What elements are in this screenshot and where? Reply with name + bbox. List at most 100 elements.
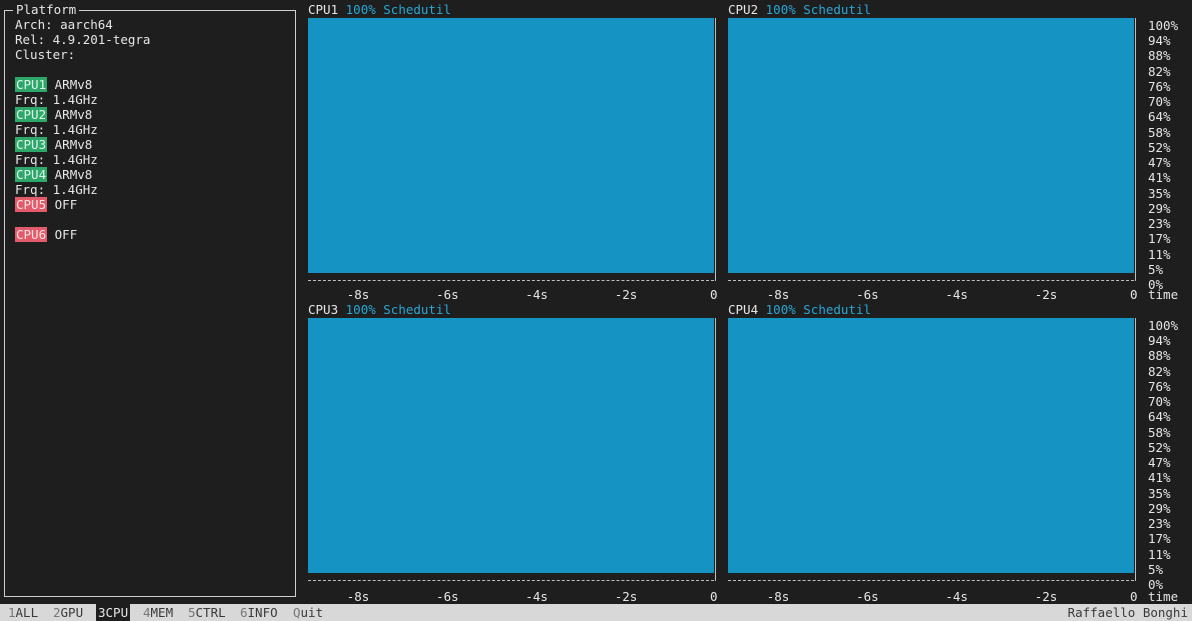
cpu2-y-tick: 41%	[1148, 170, 1171, 186]
cpu2-y-tick: 76%	[1148, 78, 1171, 94]
menu-tab-1all[interactable]: 1ALL	[6, 604, 40, 621]
cpu4-y-tick: 29%	[1148, 500, 1171, 516]
cpu2-x-tick: -2s	[1034, 287, 1058, 302]
cpu-frequency: Frq: 1.4GHz	[15, 152, 98, 167]
menu-tab-label: uit	[300, 605, 324, 620]
cpu4-y-tick: 35%	[1148, 485, 1171, 501]
cpu1-utilization: 100% Schedutil	[345, 2, 451, 17]
cpu-row-cpu5: CPU5 OFF	[15, 197, 77, 212]
cpu-model: ARMv8	[54, 107, 93, 122]
cpu2-y-axis	[1135, 18, 1136, 281]
cpu4-y-tick: 82%	[1148, 363, 1171, 379]
cpu-model: ARMv8	[54, 77, 93, 92]
cpu2-y-tick: 94%	[1148, 33, 1171, 49]
cpu3-chart-name: CPU3	[308, 302, 346, 317]
menu-tab-key: 6	[240, 605, 248, 620]
cpu4-x-tick: -4s	[945, 589, 968, 604]
cpu4-y-tick: 11%	[1148, 546, 1171, 562]
cpu2-y-tick: 58%	[1148, 124, 1171, 140]
menu-tab-key: 3	[98, 605, 106, 620]
cpu4-y-tick: 64%	[1148, 409, 1171, 425]
cpu4-y-tick: 76%	[1148, 378, 1171, 394]
menu-tab-key: Q	[293, 605, 301, 620]
cpu3-x-tick: -2s	[614, 589, 638, 604]
platform-title: Platform	[13, 2, 80, 18]
cpu4-chart-name: CPU4	[728, 302, 766, 317]
cpu2-y-tick: 23%	[1148, 216, 1171, 232]
menu-tab-key: 1	[8, 605, 16, 620]
cpu2-y-tick: 52%	[1148, 139, 1171, 155]
cpu4-y-tick: 41%	[1148, 470, 1171, 486]
cpu-model: OFF	[54, 227, 78, 242]
cpu2-usage-area	[728, 18, 1134, 273]
cpu4-y-tick: 70%	[1148, 394, 1171, 410]
cpu3-usage-area	[308, 318, 714, 573]
cpu-row-cpu2: CPU2 ARMv8	[15, 107, 92, 122]
cpu1-chart-title: CPU1 100% Schedutil	[308, 3, 451, 17]
cpu4-x-axis-label: time	[1148, 589, 1179, 604]
cpu3-x-axis	[308, 580, 714, 582]
menu-tab-label: MEM	[150, 605, 174, 620]
cpu2-y-tick: 29%	[1148, 200, 1171, 216]
menu-tab-key: 2	[53, 605, 61, 620]
cpu4-y-tick: 17%	[1148, 531, 1171, 547]
cpu2-y-tick: 5%	[1148, 261, 1164, 277]
cpu1-x-axis	[308, 280, 714, 282]
author-label: Raffaello Bonghi	[1067, 605, 1188, 620]
cpu4-x-tick: 0	[1130, 589, 1138, 604]
menu-tab-6info[interactable]: 6INFO	[238, 604, 280, 621]
cpu1-x-tick: -2s	[614, 287, 638, 302]
menu-tab-4mem[interactable]: 4MEM	[141, 604, 175, 621]
cpu1-x-tick: 0	[710, 287, 718, 302]
release-text: Rel: 4.9.201-tegra	[15, 32, 151, 47]
menu-tab-quit[interactable]: Quit	[291, 604, 325, 621]
cpu2-y-tick: 17%	[1148, 231, 1171, 247]
cpu4-x-tick: -8s	[766, 589, 790, 604]
cpu-badge: CPU4	[15, 167, 48, 182]
cpu2-y-tick: 88%	[1148, 48, 1171, 64]
cpu4-y-axis	[1135, 318, 1136, 581]
cpu4-y-tick: 94%	[1148, 333, 1171, 349]
cpu-row-cpu3: CPU3 ARMv8	[15, 137, 92, 152]
cpu3-x-tick: -8s	[346, 589, 370, 604]
cpu4-y-tick: 100%	[1148, 318, 1179, 333]
platform-panel: Platform Arch: aarch64 Rel: 4.9.201-tegr…	[4, 2, 296, 597]
cpu-badge: CPU3	[15, 137, 48, 152]
arch-text: Arch: aarch64	[15, 17, 113, 32]
cpu2-x-tick: 0	[1130, 287, 1138, 302]
cpu4-y-tick: 88%	[1148, 348, 1171, 364]
cpu-row-cpu4: CPU4 ARMv8	[15, 167, 92, 182]
menu-tab-2gpu[interactable]: 2GPU	[51, 604, 85, 621]
cpu2-x-axis	[728, 280, 1134, 282]
cpu-badge: CPU2	[15, 107, 48, 122]
menu-tab-label: ALL	[15, 605, 39, 620]
cpu-model: ARMv8	[54, 167, 93, 182]
cpu-row-cpu6: CPU6 OFF	[15, 227, 77, 242]
cpu4-x-axis	[728, 580, 1134, 582]
cpu2-y-tick: 82%	[1148, 63, 1171, 79]
cluster-label: Cluster:	[15, 47, 76, 62]
cpu-badge: CPU1	[15, 77, 48, 92]
menu-tab-label: GPU	[60, 605, 84, 620]
cpu3-chart-title: CPU3 100% Schedutil	[308, 303, 451, 317]
cpu4-usage-area	[728, 318, 1134, 573]
menu-tab-label: INFO	[247, 605, 278, 620]
menu-tab-key: 5	[188, 605, 196, 620]
cpu2-y-tick: 100%	[1148, 18, 1179, 33]
cpu4-utilization: 100% Schedutil	[765, 302, 871, 317]
cpu2-y-tick: 47%	[1148, 155, 1171, 171]
menu-tab-3cpu[interactable]: 3CPU	[96, 604, 131, 621]
cpu2-y-tick: 35%	[1148, 185, 1171, 201]
cpu3-utilization: 100% Schedutil	[345, 302, 451, 317]
menu-tab-key: 4	[143, 605, 151, 620]
cpu-badge: CPU5	[15, 197, 48, 212]
menu-tab-5ctrl[interactable]: 5CTRL	[186, 604, 228, 621]
menu-bar: 1ALL 2GPU 3CPU 4MEM 5CTRL 6INFO Quit Raffaello…	[0, 604, 1192, 621]
menu-tab-label: CPU	[105, 605, 129, 620]
cpu-model: OFF	[54, 197, 78, 212]
cpu2-x-axis-label: time	[1148, 287, 1179, 302]
cpu2-chart-name: CPU2	[728, 2, 766, 17]
cpu3-x-tick: -6s	[436, 589, 459, 604]
cpu-frequency: Frq: 1.4GHz	[15, 92, 98, 107]
cpu-row-cpu1: CPU1 ARMv8	[15, 77, 92, 92]
